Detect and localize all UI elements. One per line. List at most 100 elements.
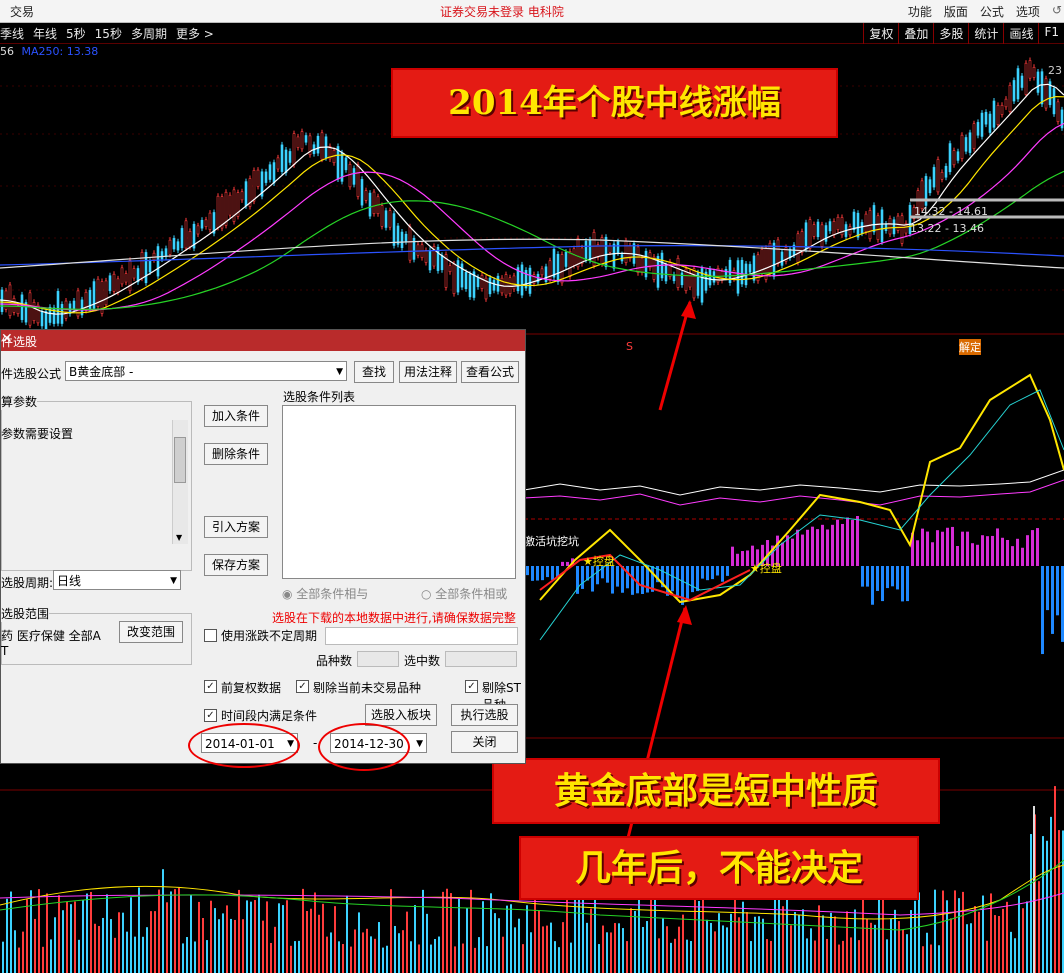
radio-all-or[interactable]: ○ 全部条件相或: [421, 585, 507, 602]
usage-note-button[interactable]: 用法注释: [399, 361, 457, 383]
menu-function[interactable]: 功能: [908, 3, 932, 20]
use-updown-checkbox[interactable]: [204, 629, 217, 642]
candle-body: [752, 255, 756, 281]
import-plan-button[interactable]: 引入方案: [204, 516, 268, 538]
to-block-button[interactable]: 选股入板块: [365, 704, 437, 726]
volume-bar: [350, 946, 352, 973]
tool-multi-stock-button[interactable]: 多股: [933, 23, 968, 44]
candle-body: [360, 179, 364, 206]
chevron-down-icon: ▼: [170, 576, 177, 586]
volume-bar: [666, 926, 668, 973]
volume-bar: [978, 911, 980, 973]
histogram-bar: [1026, 535, 1029, 566]
exclude-untraded-checkbox[interactable]: ✓: [296, 680, 309, 693]
volume-bar: [26, 899, 28, 973]
run-screen-button[interactable]: 执行选股: [451, 704, 518, 726]
candle-body: [252, 170, 256, 202]
candle-body: [316, 135, 320, 154]
histogram-bar: [796, 529, 799, 566]
view-formula-button[interactable]: 查看公式: [461, 361, 519, 383]
histogram-bar: [676, 566, 679, 598]
volume-bar: [546, 925, 548, 973]
tool-fuquan-button[interactable]: 复权: [863, 23, 898, 44]
volume-bar: [886, 939, 888, 973]
histogram-bar: [891, 566, 894, 587]
candle-body: [396, 225, 400, 245]
candle-body: [228, 194, 232, 216]
candle-body: [1000, 104, 1004, 115]
histogram-bar: [886, 566, 889, 589]
volume-bar: [994, 915, 996, 973]
histogram-bar: [1046, 566, 1049, 611]
volume-bar: [946, 900, 948, 973]
scrollbar-thumb[interactable]: [174, 437, 186, 483]
volume-bar: [746, 912, 748, 973]
volume-bar: [362, 932, 364, 973]
candle-body: [568, 251, 572, 278]
candle-body: [404, 233, 408, 242]
tool-overlay-button[interactable]: 叠加: [898, 23, 933, 44]
period-15s[interactable]: 15秒: [95, 25, 122, 42]
volume-bar: [826, 938, 828, 973]
volume-bar: [190, 895, 192, 973]
volume-bar: [174, 889, 176, 973]
app-menu-trade[interactable]: 交易: [10, 3, 34, 20]
volume-bar: [58, 895, 60, 973]
volume-bar: [926, 932, 928, 973]
period-5s[interactable]: 5秒: [66, 25, 86, 42]
histogram-bar: [581, 566, 584, 589]
change-range-button[interactable]: 改变范围: [119, 621, 183, 643]
tool-stats-button[interactable]: 统计: [968, 23, 1003, 44]
candle-body: [184, 220, 188, 249]
radio-all-and[interactable]: ◉ 全部条件相与: [282, 585, 368, 602]
menu-formula[interactable]: 公式: [980, 3, 1004, 20]
candle-body: [188, 231, 192, 248]
refresh-icon[interactable]: ↺: [1052, 3, 1062, 20]
formula-select[interactable]: B黄金底部 - ▼: [65, 361, 347, 381]
close-icon[interactable]: ✕: [1, 331, 521, 347]
fq-data-checkbox[interactable]: ✓: [204, 680, 217, 693]
histogram-bar: [856, 516, 859, 566]
period-multi[interactable]: 多周期: [131, 25, 167, 42]
volume-bar: [614, 923, 616, 973]
volume-bar: [226, 905, 228, 973]
close-button[interactable]: 关闭: [451, 731, 518, 753]
tool-draw-button[interactable]: 画线: [1003, 23, 1038, 44]
range-group-label: 选股范围: [1, 605, 50, 622]
period-select[interactable]: 日线 ▼: [53, 570, 181, 590]
candle-body: [692, 268, 696, 299]
scroll-down-icon[interactable]: ▼: [176, 533, 182, 542]
candle-body: [1004, 98, 1008, 108]
delete-condition-button[interactable]: 删除条件: [204, 443, 268, 465]
candle-body: [884, 223, 888, 231]
dialog-title-bar[interactable]: 件选股 ✕: [1, 330, 525, 351]
updown-input[interactable]: [325, 627, 518, 645]
candle-body: [808, 219, 812, 249]
save-plan-button[interactable]: 保存方案: [204, 554, 268, 576]
histogram-bar: [726, 566, 729, 576]
menu-options[interactable]: 选项: [1016, 3, 1040, 20]
volume-bar: [726, 927, 728, 973]
volume-bar: [1018, 895, 1020, 973]
volume-bar: [942, 890, 944, 973]
candle-body: [964, 137, 968, 152]
find-button[interactable]: 查找: [354, 361, 394, 383]
period-more[interactable]: 更多 >: [176, 25, 214, 42]
add-condition-button[interactable]: 加入条件: [204, 405, 268, 427]
period-season[interactable]: 季线: [0, 25, 24, 42]
exclude-st-checkbox[interactable]: ✓: [465, 680, 478, 693]
condition-list[interactable]: [282, 405, 516, 579]
volume-bar: [302, 888, 304, 973]
volume-bar: [234, 919, 236, 973]
time-range-checkbox[interactable]: ✓: [204, 709, 217, 722]
volume-bar: [314, 892, 316, 973]
candle-body: [256, 169, 260, 187]
candle-body: [120, 267, 124, 285]
period-year[interactable]: 年线: [33, 25, 57, 42]
candle-body: [596, 244, 600, 258]
params-scrollbar[interactable]: ▼: [172, 420, 188, 544]
menu-layout[interactable]: 版面: [944, 3, 968, 20]
tool-help-button[interactable]: F1: [1038, 23, 1064, 44]
candle-body: [152, 252, 156, 261]
volume-bar: [682, 914, 684, 973]
